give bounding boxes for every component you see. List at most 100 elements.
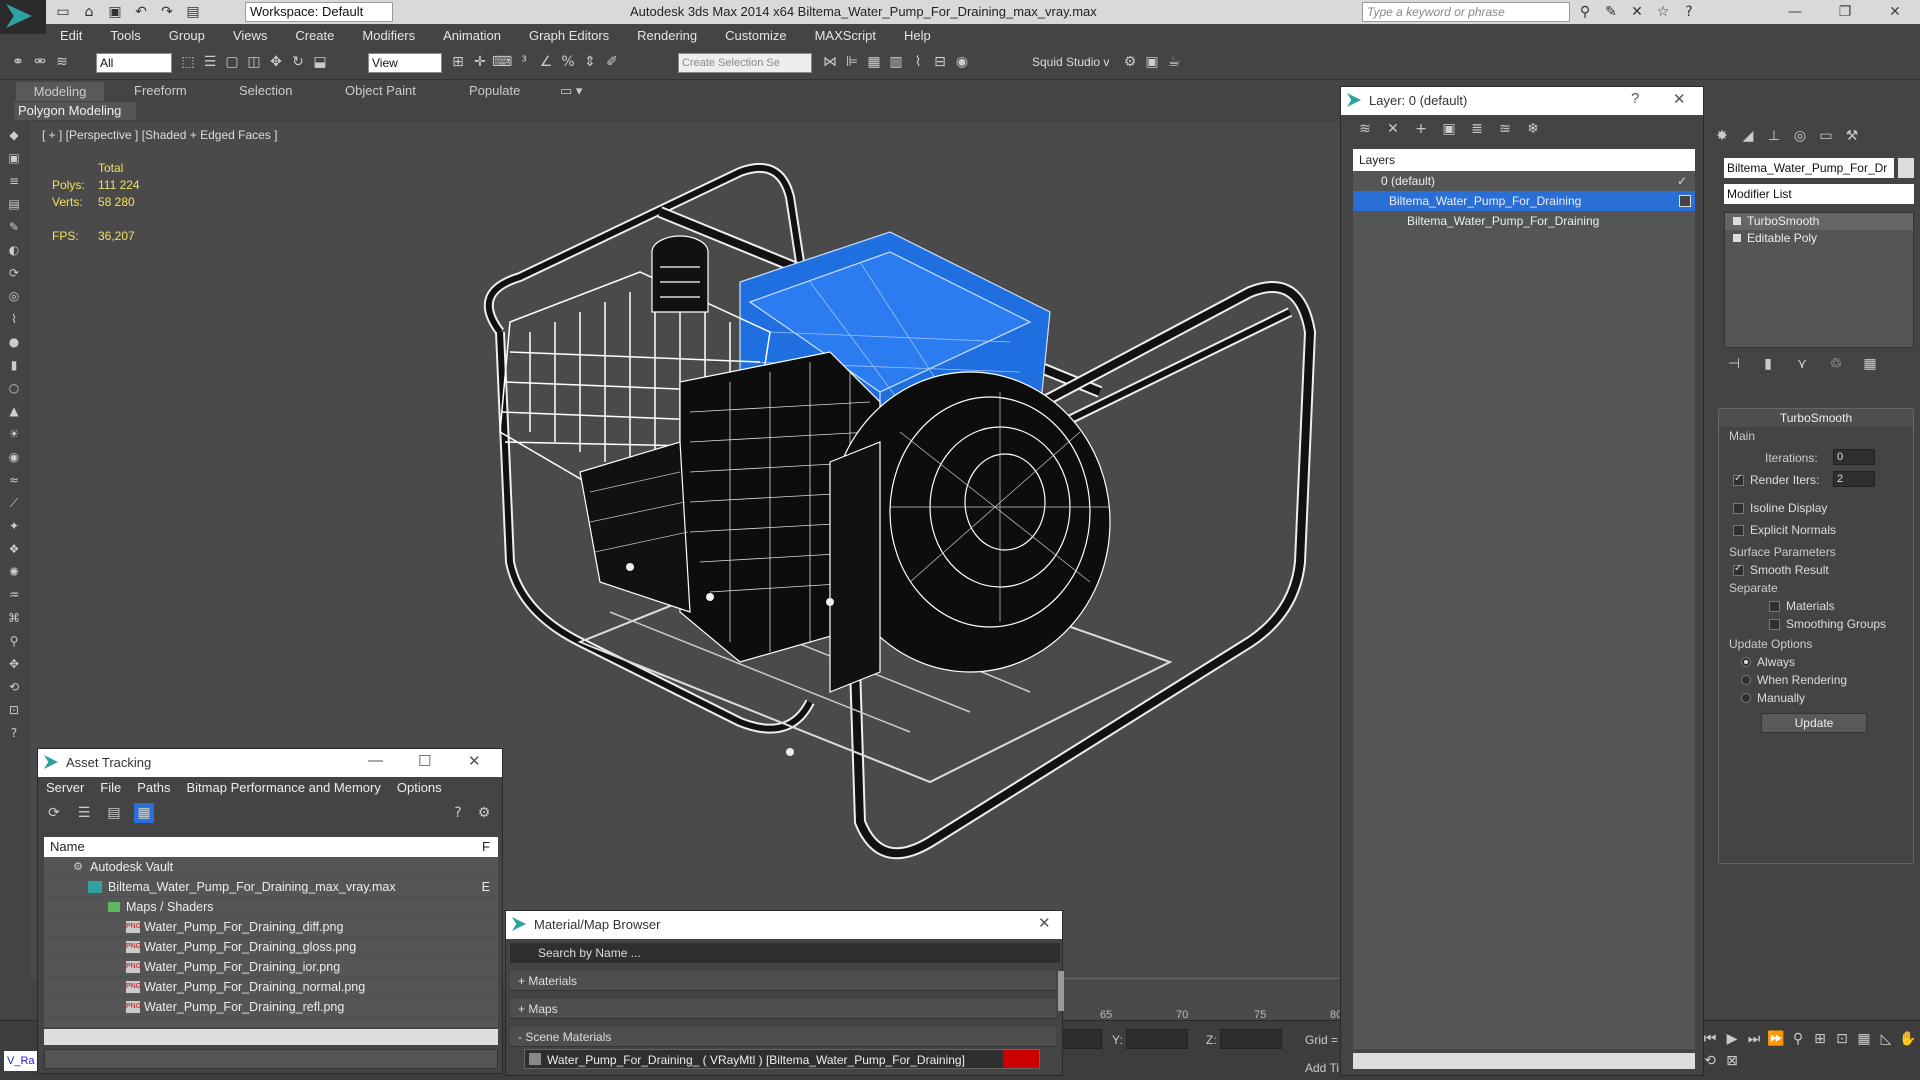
modify-tab-icon[interactable]: ◢ bbox=[1738, 126, 1758, 146]
add-time-tag[interactable]: Add Ti bbox=[1305, 1061, 1339, 1075]
menu-customize[interactable]: Customize bbox=[711, 28, 800, 43]
asset-row-map[interactable]: PNG Water_Pump_For_Draining_gloss.png bbox=[44, 937, 498, 957]
object-name-field[interactable]: Biltema_Water_Pump_For_Dr bbox=[1724, 158, 1894, 178]
close-icon[interactable]: ✕ bbox=[1870, 0, 1920, 24]
layer-help-icon[interactable]: ? bbox=[1631, 90, 1639, 107]
layer-close-icon[interactable]: ✕ bbox=[1673, 90, 1686, 108]
asset-close-icon[interactable]: ✕ bbox=[468, 752, 481, 770]
scene-materials-section[interactable]: - Scene Materials bbox=[510, 1027, 1056, 1047]
material-browser-titlebar[interactable]: Material/Map Browser ✕ bbox=[506, 911, 1062, 939]
edit-named-sel-icon[interactable]: ✐ bbox=[602, 52, 622, 72]
object-color-swatch[interactable] bbox=[1898, 158, 1914, 178]
separate-materials-row[interactable]: Materials bbox=[1769, 599, 1835, 613]
explicit-normals-checkbox[interactable] bbox=[1733, 524, 1744, 536]
graphite-toggle-icon[interactable]: ▥ bbox=[886, 52, 906, 72]
menu-create[interactable]: Create bbox=[281, 28, 348, 43]
refresh-icon[interactable]: ⟳ bbox=[44, 803, 64, 823]
percent-snap-icon[interactable]: % bbox=[558, 52, 578, 72]
zoom-extents-icon[interactable]: ⊡ bbox=[1832, 1029, 1852, 1049]
communication-icon[interactable]: ✕ bbox=[1627, 2, 1647, 22]
curve-editor-icon[interactable]: ⌇ bbox=[908, 52, 928, 72]
select-manipulate-icon[interactable]: ✛ bbox=[470, 52, 490, 72]
freeze-layers-icon[interactable]: ❄ bbox=[1523, 119, 1543, 139]
zoom-all-icon[interactable]: ⊞ bbox=[1810, 1029, 1830, 1049]
search-input[interactable]: Type a keyword or phrase bbox=[1362, 2, 1570, 22]
separate-materials-checkbox[interactable] bbox=[1769, 600, 1780, 612]
highlight-layer-icon[interactable]: ≣ bbox=[1467, 119, 1487, 139]
save-icon[interactable]: ▣ bbox=[104, 2, 126, 22]
strip-camera-icon[interactable]: ◉ bbox=[5, 447, 23, 467]
select-in-layer-icon[interactable]: ▣ bbox=[1439, 119, 1459, 139]
minimize-icon[interactable]: — bbox=[1770, 0, 1820, 24]
pivot-icon[interactable]: ⊞ bbox=[448, 52, 468, 72]
strip-wave-icon[interactable]: ≈ bbox=[5, 470, 23, 490]
open-file-icon[interactable]: ⌂ bbox=[78, 2, 100, 22]
strip-zoom-icon[interactable]: ⚲ bbox=[5, 631, 23, 651]
strip-cloth-icon[interactable]: ⌘ bbox=[5, 608, 23, 628]
rollout-header[interactable]: TurboSmooth bbox=[1719, 409, 1913, 427]
layer-row-default[interactable]: 0 (default) ✓ bbox=[1353, 171, 1695, 191]
smooth-result-row[interactable]: Smooth Result bbox=[1733, 563, 1829, 577]
explicit-normals-row[interactable]: Explicit Normals bbox=[1733, 523, 1836, 537]
layer-row-object[interactable]: Biltema_Water_Pump_For_Draining bbox=[1353, 211, 1695, 231]
menu-tools[interactable]: Tools bbox=[96, 28, 154, 43]
smoothing-groups-row[interactable]: Smoothing Groups bbox=[1769, 617, 1886, 631]
go-end-icon[interactable]: ⏩ bbox=[1766, 1029, 1786, 1049]
tab-selection[interactable]: Selection bbox=[239, 83, 292, 98]
isoline-checkbox[interactable] bbox=[1733, 502, 1744, 514]
layer-panel-titlebar[interactable]: Layer: 0 (default) ? ✕ bbox=[1341, 87, 1703, 115]
strip-dynamics-icon[interactable]: ❖ bbox=[5, 539, 23, 559]
update-button[interactable]: Update bbox=[1761, 713, 1867, 733]
asset-row-maps-folder[interactable]: Maps / Shaders bbox=[44, 897, 498, 917]
menu-group[interactable]: Group bbox=[155, 28, 219, 43]
pin-stack-icon[interactable]: ⊣ bbox=[1724, 354, 1744, 374]
strip-particle-icon[interactable]: ✺ bbox=[5, 562, 23, 582]
make-unique-icon[interactable]: ⋎ bbox=[1792, 354, 1812, 374]
menu-help[interactable]: Help bbox=[890, 28, 945, 43]
asset-row-map[interactable]: PNG Water_Pump_For_Draining_refl.png bbox=[44, 997, 498, 1017]
asset-menu-file[interactable]: File bbox=[100, 777, 121, 799]
project-folder-icon[interactable]: ▤ bbox=[182, 2, 204, 22]
named-selection-dropdown[interactable]: Create Selection Se bbox=[678, 53, 812, 73]
strip-cylinder-icon[interactable]: ▮ bbox=[5, 355, 23, 375]
strip-help-icon[interactable]: ? bbox=[5, 723, 23, 743]
utilities-tab-icon[interactable]: ⚒ bbox=[1842, 126, 1862, 146]
binoculars-icon[interactable]: ⚲ bbox=[1575, 2, 1595, 22]
layer-horizontal-scrollbar[interactable] bbox=[1353, 1053, 1695, 1069]
y-coord-field[interactable] bbox=[1126, 1029, 1188, 1049]
render-setup-icon[interactable]: ⚙ bbox=[1120, 52, 1140, 72]
rendered-frame-icon[interactable]: ▣ bbox=[1142, 52, 1162, 72]
reference-coord-dropdown[interactable]: View bbox=[368, 53, 442, 73]
asset-menu-paths[interactable]: Paths bbox=[137, 777, 170, 799]
maxscript-listener[interactable]: V_Ra bbox=[4, 1051, 40, 1071]
manually-radio[interactable] bbox=[1741, 693, 1751, 703]
menu-views[interactable]: Views bbox=[219, 28, 281, 43]
strip-sphere-icon[interactable]: ● bbox=[5, 332, 23, 352]
mirror-icon[interactable]: ⋈ bbox=[820, 52, 840, 72]
tab-object-paint[interactable]: Object Paint bbox=[345, 83, 416, 98]
squid-studio-label[interactable]: Squid Studio v bbox=[1032, 55, 1109, 69]
bulb-icon[interactable] bbox=[1733, 217, 1741, 225]
asset-horizontal-scrollbar[interactable] bbox=[44, 1029, 498, 1045]
material-browser-close-icon[interactable]: ✕ bbox=[1038, 914, 1051, 932]
render-iters-spinner[interactable]: 2 bbox=[1833, 471, 1875, 487]
motion-tab-icon[interactable]: ◎ bbox=[1790, 126, 1810, 146]
asset-row-map[interactable]: PNG Water_Pump_For_Draining_normal.png bbox=[44, 977, 498, 997]
smoothing-groups-checkbox[interactable] bbox=[1769, 618, 1780, 630]
strip-pan-icon[interactable]: ✥ bbox=[5, 654, 23, 674]
display-tab-icon[interactable]: ▭ bbox=[1816, 126, 1836, 146]
new-layer-icon[interactable]: ≋ bbox=[1355, 119, 1375, 139]
menu-rendering[interactable]: Rendering bbox=[623, 28, 711, 43]
modifier-list-dropdown[interactable]: Modifier List bbox=[1724, 184, 1914, 204]
strip-maximize-icon[interactable]: ⊡ bbox=[5, 700, 23, 720]
strip-shape-icon[interactable]: ◐ bbox=[5, 240, 23, 260]
link-icon[interactable]: ⚭ bbox=[8, 52, 28, 72]
selection-filter-dropdown[interactable]: All bbox=[96, 53, 172, 73]
pan-view-icon[interactable]: ✋ bbox=[1898, 1029, 1918, 1049]
layer-manager-icon[interactable]: ▦ bbox=[864, 52, 884, 72]
add-to-layer-icon[interactable]: + bbox=[1411, 119, 1431, 139]
layers-column-header[interactable]: Layers bbox=[1353, 149, 1695, 171]
zoom-icon[interactable]: ⚲ bbox=[1788, 1029, 1808, 1049]
name-column-header[interactable]: Name bbox=[50, 839, 85, 854]
isoline-row[interactable]: Isoline Display bbox=[1733, 501, 1827, 515]
